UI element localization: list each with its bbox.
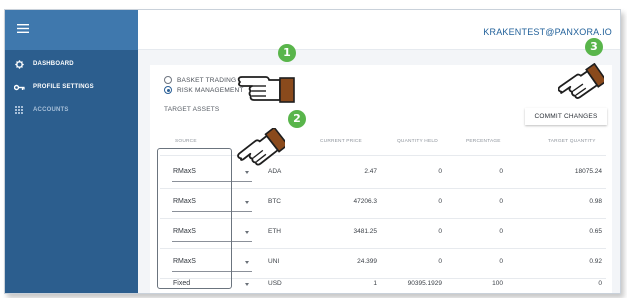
percentage: 0 <box>499 228 503 235</box>
top-bar: KRAKENTEST@PANXORA.IO <box>138 10 620 50</box>
select-underline <box>172 241 252 242</box>
app-window: DASHBOARD PROFILE SETTINGS ACCOUNTS KRAK… <box>4 9 621 294</box>
target-quantity: 0.92 <box>589 258 602 265</box>
grid-icon <box>5 106 33 114</box>
commit-changes-button[interactable]: COMMIT CHANGES <box>525 108 607 125</box>
current-price: 3481.25 <box>353 228 378 235</box>
current-price: 2.47 <box>364 168 377 175</box>
source-value: RMaxS <box>173 258 196 265</box>
caret-down-icon <box>245 201 249 204</box>
source-select[interactable]: RMaxS <box>168 193 252 213</box>
percentage: 0 <box>499 258 503 265</box>
key-icon <box>5 84 33 91</box>
radio-button[interactable] <box>164 86 172 94</box>
step-badge-2: 2 <box>288 110 306 128</box>
column-header-quantity-held: QUANTITY HELD <box>397 139 438 144</box>
quantity-held: 0 <box>438 228 442 235</box>
section-title: TARGET ASSETS <box>164 106 220 113</box>
quantity-held: 0 <box>438 168 442 175</box>
pointing-hand-icon <box>236 70 298 109</box>
asset-symbol: BTC <box>268 198 281 205</box>
radio-button[interactable] <box>164 76 172 84</box>
column-header-current-price: CURRENT PRICE <box>320 139 362 144</box>
basket-trading-radio[interactable]: BASKET TRADING <box>164 76 236 84</box>
column-header-percentage: PERCENTAGE <box>466 139 501 144</box>
source-value: RMaxS <box>173 228 196 235</box>
target-quantity: 0 <box>598 280 602 287</box>
asset-symbol: USD <box>268 280 282 287</box>
user-email[interactable]: KRAKENTEST@PANXORA.IO <box>483 27 612 37</box>
select-underline <box>172 293 252 294</box>
sidebar: DASHBOARD PROFILE SETTINGS ACCOUNTS <box>5 10 138 293</box>
target-quantity: 0.65 <box>589 228 602 235</box>
column-header-source: SOURCE <box>175 139 197 144</box>
target-quantity: 18075.24 <box>574 168 602 175</box>
gear-icon <box>5 59 33 69</box>
caret-down-icon <box>245 231 249 234</box>
radio-label: BASKET TRADING <box>177 76 237 84</box>
select-underline <box>172 211 252 212</box>
current-price: 1 <box>373 280 377 287</box>
source-value: RMaxS <box>173 168 196 175</box>
sidebar-item-dashboard[interactable]: DASHBOARD <box>5 53 138 75</box>
table-row: Fixed USD 1 90395.1929 100 0 <box>150 270 612 294</box>
table-row: RMaxS ADA 2.47 0 0 18075.24 <box>150 158 612 188</box>
sidebar-item-accounts[interactable]: ACCOUNTS <box>5 99 138 121</box>
quantity-held: 0 <box>438 198 442 205</box>
source-select[interactable]: RMaxS <box>168 223 252 243</box>
step-badge-1: 1 <box>278 44 296 62</box>
pointing-hand-icon <box>557 62 608 108</box>
radio-label: RISK MANAGEMENT <box>177 86 244 94</box>
asset-symbol: ETH <box>268 228 281 235</box>
asset-symbol: UNI <box>268 258 280 265</box>
target-quantity: 0.98 <box>589 198 602 205</box>
sidebar-item-label: DASHBOARD <box>33 61 74 67</box>
column-header-target-quantity: TARGET QUANTITY <box>548 139 596 144</box>
sidebar-header <box>5 10 138 50</box>
caret-down-icon <box>245 261 249 264</box>
caret-down-icon <box>245 283 249 286</box>
source-value: Fixed <box>173 280 191 287</box>
pointing-hand-icon <box>237 126 289 173</box>
percentage: 0 <box>499 198 503 205</box>
current-price: 24.399 <box>357 258 377 265</box>
percentage: 100 <box>492 280 503 287</box>
table-row: RMaxS BTC 47206.3 0 0 0.98 <box>150 188 612 218</box>
divider <box>160 155 606 156</box>
step-badge-3: 3 <box>585 38 603 56</box>
quantity-held: 90395.1929 <box>407 280 442 287</box>
sidebar-item-label: ACCOUNTS <box>33 107 69 113</box>
risk-management-radio[interactable]: RISK MANAGEMENT <box>164 86 244 94</box>
current-price: 47206.3 <box>353 198 378 205</box>
percentage: 0 <box>499 168 503 175</box>
hamburger-icon[interactable] <box>17 24 33 36</box>
source-value: RMaxS <box>173 198 196 205</box>
target-assets-panel: BASKET TRADING RISK MANAGEMENT TARGET AS… <box>150 65 612 294</box>
sidebar-item-profile-settings[interactable]: PROFILE SETTINGS <box>5 76 138 98</box>
select-underline <box>172 181 252 182</box>
table-row: RMaxS ETH 3481.25 0 0 0.65 <box>150 218 612 248</box>
sidebar-item-label: PROFILE SETTINGS <box>33 84 94 90</box>
quantity-held: 0 <box>438 258 442 265</box>
source-select[interactable]: Fixed <box>168 275 252 294</box>
